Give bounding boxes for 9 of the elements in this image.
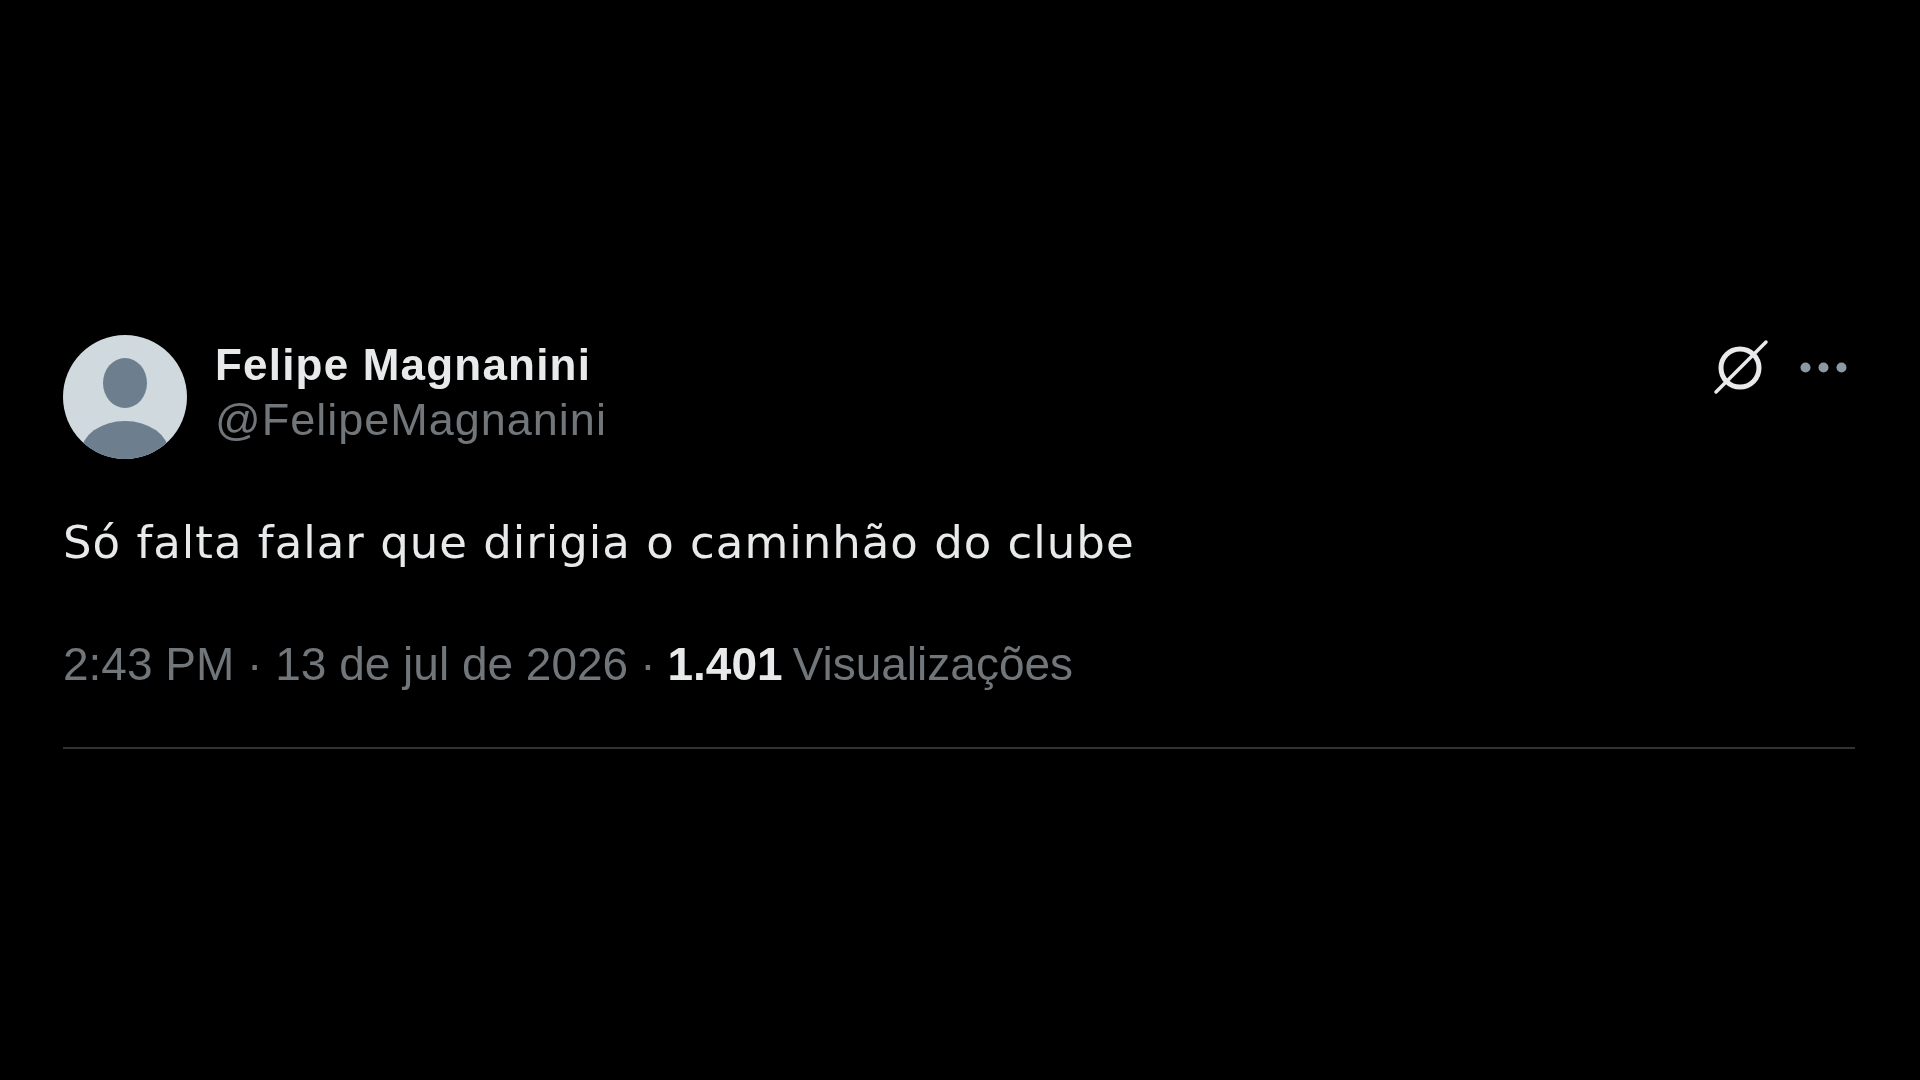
author-name[interactable]: Felipe Magnanini <box>215 339 592 391</box>
more-icon[interactable] <box>1800 361 1847 373</box>
timestamp-link[interactable]: 2:43 PM · 13 de jul de 2026 <box>63 636 629 692</box>
views-label: Visualizações <box>792 637 1074 692</box>
author-handle[interactable]: @FelipeMagnanini <box>215 394 607 446</box>
avatar-silhouette-icon[interactable] <box>63 335 187 459</box>
meta-separator: · <box>640 637 656 692</box>
view-count: 1.401 <box>667 637 783 692</box>
tweet-text: Só falta falar que dirigia o caminhão do clube <box>63 515 1136 571</box>
